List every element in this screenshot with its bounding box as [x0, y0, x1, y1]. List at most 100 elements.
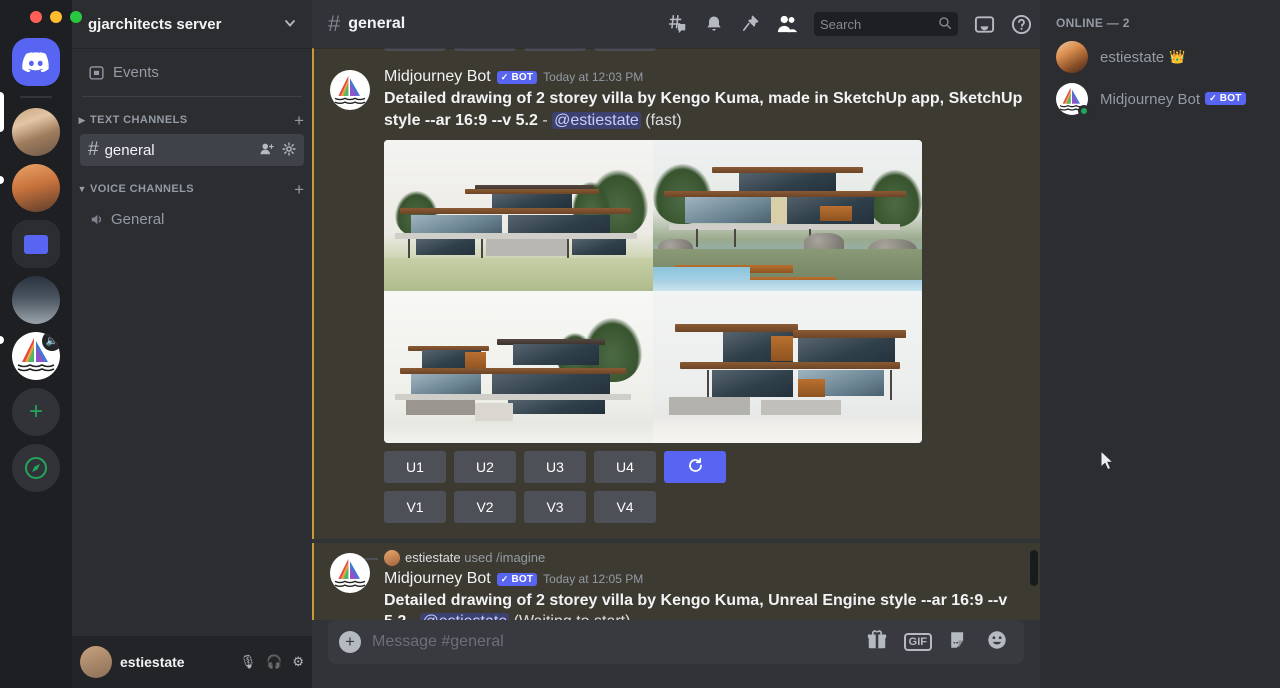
gif-icon[interactable]: GIF — [904, 633, 932, 651]
sidebar-item-events[interactable]: Events — [80, 56, 304, 88]
create-text-channel-button[interactable]: + — [294, 112, 304, 129]
variation-v4-button[interactable]: V4 — [594, 491, 656, 523]
member-name-wrap: Midjourney Bot ✓ BOT — [1100, 91, 1246, 108]
category-voice-channels[interactable]: ▼ VOICE CHANNELS + — [72, 176, 312, 202]
upscale-u1-button[interactable]: U1 — [384, 451, 446, 483]
discord-home-button[interactable] — [12, 38, 60, 86]
avatar — [384, 550, 400, 566]
search-icon — [938, 16, 952, 33]
discord-app-window: 🔊 + gjarchitects server Events — [0, 0, 1280, 688]
grid-image-2[interactable] — [653, 140, 922, 292]
sidebar-divider — [82, 96, 302, 97]
message-midjourney-2: estiestate used /imagine — [312, 543, 1040, 621]
category-label: VOICE CHANNELS — [90, 183, 292, 195]
user-settings-button[interactable]: ⚙ — [292, 654, 304, 670]
slash-command-label[interactable]: /imagine — [496, 550, 545, 565]
message-body: Detailed drawing of 2 storey villa by Ke… — [384, 590, 1024, 621]
avatar — [1056, 83, 1088, 115]
server-folder[interactable] — [12, 220, 60, 268]
upload-attachment-button[interactable]: + — [328, 620, 372, 664]
upscale-u3-button[interactable]: U3 — [524, 451, 586, 483]
unread-indicator-2 — [0, 336, 4, 344]
pin-icon[interactable] — [740, 14, 760, 34]
message-list[interactable]: Midjourney Bot ✓ BOT Today at 12:03 PM D… — [312, 48, 1040, 620]
composer-box[interactable]: + Message #general GIF — [328, 620, 1024, 664]
close-window-button[interactable] — [30, 11, 42, 23]
speaker-icon — [88, 211, 105, 228]
message-author[interactable]: Midjourney Bot — [384, 570, 491, 588]
gear-icon[interactable] — [282, 142, 296, 159]
member-item-estiestate[interactable]: estiestate 👑 — [1048, 36, 1272, 78]
gift-icon[interactable] — [866, 629, 888, 656]
avatar[interactable] — [330, 70, 370, 110]
hash-icon: # — [88, 139, 99, 161]
sticker-icon[interactable] — [948, 629, 970, 656]
chevron-down-icon — [284, 17, 296, 32]
server-avatar-3[interactable] — [12, 276, 60, 324]
bell-icon[interactable] — [704, 14, 724, 34]
create-voice-channel-button[interactable]: + — [294, 181, 304, 198]
previous-message-partial — [312, 48, 1040, 60]
add-server-button[interactable]: + — [12, 388, 60, 436]
server-avatar-2[interactable] — [12, 164, 60, 212]
upscale-u4-button[interactable]: U4 — [594, 451, 656, 483]
user-mention[interactable]: @estiestate — [552, 112, 641, 129]
members-icon[interactable] — [776, 14, 798, 34]
server-header-dropdown[interactable]: gjarchitects server — [72, 0, 312, 48]
avatar[interactable] — [330, 553, 370, 593]
help-icon[interactable] — [1011, 14, 1032, 35]
message-scrollbar[interactable] — [1030, 550, 1038, 586]
upscale-u2-button[interactable]: U2 — [454, 451, 516, 483]
compass-icon — [24, 456, 48, 480]
member-item-midjourney-bot[interactable]: Midjourney Bot ✓ BOT — [1048, 78, 1272, 120]
action-buttons: U1 U2 U3 U4 — [384, 451, 1024, 523]
mute-microphone-button[interactable]: 🎙 — [240, 654, 257, 670]
message-timestamp: Today at 12:05 PM — [543, 572, 643, 586]
inbox-icon[interactable] — [974, 14, 995, 35]
deafen-button[interactable]: 🎧 — [266, 654, 282, 670]
channel-name: general — [105, 142, 253, 159]
current-username: estiestate — [120, 654, 185, 670]
message-author[interactable]: Midjourney Bot — [384, 68, 491, 86]
message-input[interactable]: Message #general — [372, 633, 866, 651]
search-input[interactable]: Search — [814, 12, 958, 36]
grid-image-1[interactable] — [384, 140, 653, 292]
reroll-button[interactable] — [664, 451, 726, 483]
avatar[interactable] — [80, 646, 112, 678]
category-text-channels[interactable]: ▶ TEXT CHANNELS + — [72, 107, 312, 133]
unread-indicator-1 — [0, 176, 4, 184]
bot-badge: ✓ BOT — [1205, 92, 1245, 105]
maximize-window-button[interactable] — [70, 11, 82, 23]
bot-badge-label: BOT — [1220, 93, 1242, 104]
channel-header: # general — [312, 0, 1040, 48]
midjourney-sailboat-icon — [330, 553, 370, 593]
variation-v1-button[interactable]: V1 — [384, 491, 446, 523]
emoji-icon[interactable] — [986, 629, 1008, 656]
grid-image-3[interactable] — [384, 291, 653, 443]
command-user[interactable]: estiestate — [405, 550, 461, 565]
member-name: estiestate — [1100, 49, 1164, 66]
explore-servers-button[interactable] — [12, 444, 60, 492]
variation-v3-button[interactable]: V3 — [524, 491, 586, 523]
partial-button — [524, 48, 586, 51]
server-midjourney[interactable]: 🔊 — [12, 332, 60, 380]
sidebar-item-voice-general[interactable]: General — [80, 203, 304, 235]
server-avatar-1[interactable] — [12, 108, 60, 156]
window-controls — [30, 11, 82, 23]
command-reference-text: estiestate used /imagine — [405, 550, 545, 565]
generated-image-grid[interactable] — [384, 140, 922, 443]
search-placeholder: Search — [820, 17, 938, 32]
minimize-window-button[interactable] — [50, 11, 62, 23]
chevron-down-icon: ▼ — [76, 184, 88, 194]
add-member-icon[interactable] — [259, 142, 275, 159]
bot-badge: ✓ BOT — [497, 71, 537, 84]
partial-button — [384, 48, 446, 51]
message-timestamp: Today at 12:03 PM — [543, 70, 643, 84]
bot-badge-label: BOT — [511, 574, 533, 585]
server-name: gjarchitects server — [88, 16, 221, 33]
grid-image-4[interactable] — [653, 291, 922, 443]
user-mention[interactable]: @estiestate — [420, 613, 509, 620]
sidebar-item-general[interactable]: # general — [80, 134, 304, 166]
threads-icon[interactable] — [666, 13, 688, 35]
variation-v2-button[interactable]: V2 — [454, 491, 516, 523]
